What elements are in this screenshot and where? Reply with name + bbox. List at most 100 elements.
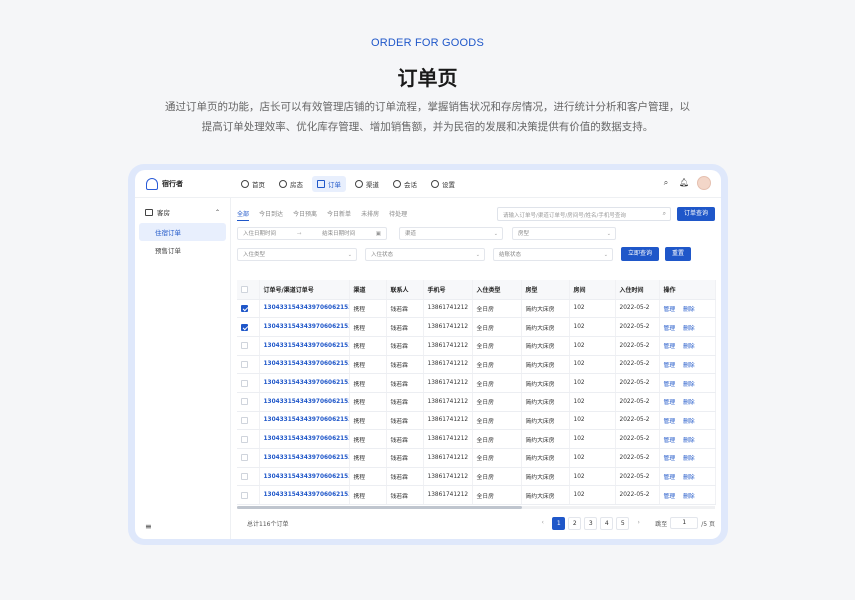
order-id-link[interactable]: 1304331543439706062153 (259, 373, 350, 393)
delete-link[interactable]: 删除 (683, 382, 695, 388)
tab-0[interactable]: 全部 (237, 207, 250, 221)
tab-2[interactable]: 今日预离 (293, 207, 317, 221)
scrollbar-thumb[interactable] (237, 506, 522, 510)
page-3[interactable]: 3 (584, 516, 598, 530)
menu-icon[interactable]: ≡ (145, 522, 152, 531)
brand[interactable]: 宿行者 (146, 177, 236, 190)
room-type-select[interactable]: 房型 ⌄ (512, 227, 616, 240)
manage-link[interactable]: 管理 (664, 419, 676, 425)
table-row[interactable]: 1304331543439706062153 携程 钱若霖 13861741212 全日… (237, 411, 716, 431)
delete-link[interactable]: 删除 (683, 419, 695, 425)
nav-item-4[interactable]: 会话 (388, 176, 422, 192)
manage-link[interactable]: 管理 (664, 344, 676, 350)
order-search-button[interactable]: 订单查询 (676, 207, 715, 221)
sidebar-group-rooms[interactable]: 客房 ⌃ (135, 201, 230, 223)
delete-link[interactable]: 删除 (683, 438, 695, 444)
search-icon[interactable]: ⌕ (661, 178, 671, 188)
table-row[interactable]: 1304331543439706062153 携程 钱若霖 13861741212 全日… (237, 373, 716, 393)
order-id-link[interactable]: 1304331543439706062153 (259, 336, 350, 356)
row-checkbox[interactable] (241, 416, 248, 424)
delete-link[interactable]: 删除 (683, 456, 695, 462)
reset-button[interactable]: 重置 (665, 247, 692, 261)
row-checkbox[interactable] (241, 379, 248, 387)
row-checkbox[interactable] (241, 435, 248, 443)
page-2[interactable]: 2 (568, 516, 582, 530)
nav-item-2[interactable]: 订单 (312, 175, 346, 192)
order-id-link[interactable]: 1304331543439706062153 (259, 355, 350, 375)
row-select-cell[interactable] (237, 411, 260, 431)
page-5[interactable]: 5 (616, 516, 630, 530)
order-id-link[interactable]: 1304331543439706062153 (259, 485, 350, 506)
row-select-cell[interactable] (237, 485, 260, 506)
checkin-status-select[interactable]: 入住状态 ⌄ (365, 247, 485, 261)
horizontal-scrollbar[interactable] (237, 506, 715, 510)
avatar[interactable] (697, 176, 711, 190)
row-select-cell[interactable] (237, 355, 260, 375)
next-page-button[interactable]: › (632, 517, 645, 530)
order-id-link[interactable]: 1304331543439706062153 (259, 392, 350, 412)
order-id-link[interactable]: 1304331543439706062153 (259, 467, 350, 487)
row-select-cell[interactable] (237, 373, 260, 393)
jump-input[interactable]: 1 (670, 517, 699, 529)
row-checkbox[interactable] (241, 304, 248, 312)
date-range-picker[interactable]: 入住日期时间 → 结束日期时间 ▣ (237, 227, 387, 240)
checkin-type-select[interactable]: 入住类型 ⌄ (237, 247, 357, 261)
manage-link[interactable]: 管理 (664, 438, 676, 444)
table-row[interactable]: 1304331543439706062153 携程 钱若霖 13861741212 全日… (237, 429, 716, 449)
row-checkbox[interactable] (241, 323, 248, 331)
row-select-cell[interactable] (237, 467, 260, 487)
row-checkbox[interactable] (241, 491, 248, 499)
tab-5[interactable]: 待处理 (389, 207, 407, 221)
channel-select[interactable]: 渠道 ⌄ (399, 227, 503, 240)
manage-link[interactable]: 管理 (664, 456, 676, 462)
row-select-cell[interactable] (237, 317, 260, 337)
manage-link[interactable]: 管理 (664, 363, 676, 369)
order-id-link[interactable]: 1304331543439706062153 (259, 317, 350, 337)
query-button[interactable]: 立即查询 (621, 247, 660, 261)
select-all-checkbox[interactable] (241, 285, 248, 293)
order-id-link[interactable]: 1304331543439706062153 (259, 448, 350, 468)
table-row[interactable]: 1304331543439706062153 携程 钱若霖 13861741212 全日… (237, 392, 716, 412)
select-all-cell[interactable] (237, 280, 260, 300)
prev-page-button[interactable]: ‹ (536, 517, 549, 530)
order-id-link[interactable]: 1304331543439706062153 (259, 411, 350, 431)
delete-link[interactable]: 删除 (683, 326, 695, 332)
tab-3[interactable]: 今日新单 (327, 207, 351, 221)
delete-link[interactable]: 删除 (683, 307, 695, 313)
manage-link[interactable]: 管理 (664, 382, 676, 388)
row-checkbox[interactable] (241, 473, 248, 481)
table-row[interactable]: 1304331543439706062153 携程 钱若霖 13861741212 全日… (237, 467, 716, 487)
row-select-cell[interactable] (237, 336, 260, 356)
nav-item-1[interactable]: 房态 (274, 176, 308, 192)
page-4[interactable]: 4 (600, 516, 614, 530)
row-select-cell[interactable] (237, 299, 260, 319)
table-row[interactable]: 1304331543439706062153 携程 钱若霖 13861741212 全日… (237, 448, 716, 468)
order-id-link[interactable]: 1304331543439706062153 (259, 429, 350, 449)
table-row[interactable]: 1304331543439706062153 携程 钱若霖 13861741212 全日… (237, 317, 716, 337)
table-row[interactable]: 1304331543439706062153 携程 钱若霖 13861741212 全日… (237, 336, 716, 356)
sidebar-item-0[interactable]: 住宿订单 (139, 223, 226, 241)
page-1[interactable]: 1 (552, 516, 566, 530)
row-select-cell[interactable] (237, 448, 260, 468)
delete-link[interactable]: 删除 (683, 494, 695, 500)
row-checkbox[interactable] (241, 398, 248, 406)
delete-link[interactable]: 删除 (683, 400, 695, 406)
table-row[interactable]: 1304331543439706062153 携程 钱若霖 13861741212 全日… (237, 299, 716, 319)
sidebar-item-1[interactable]: 预售订单 (139, 241, 226, 259)
row-checkbox[interactable] (241, 360, 248, 368)
search-input[interactable]: 请输入订单号/渠道订单号/房间号/姓名/手机号查询 ⌕ (496, 207, 671, 221)
manage-link[interactable]: 管理 (664, 326, 676, 332)
tab-4[interactable]: 未排房 (361, 207, 379, 221)
nav-item-5[interactable]: 设置 (426, 176, 460, 192)
row-select-cell[interactable] (237, 392, 260, 412)
table-row[interactable]: 1304331543439706062153 携程 钱若霖 13861741212 全日… (237, 485, 716, 506)
settle-status-select[interactable]: 结账状态 ⌄ (493, 247, 613, 261)
row-checkbox[interactable] (241, 342, 248, 350)
manage-link[interactable]: 管理 (664, 307, 676, 313)
bell-icon[interactable]: 🔔︎ (679, 178, 689, 188)
manage-link[interactable]: 管理 (664, 475, 676, 481)
delete-link[interactable]: 删除 (683, 344, 695, 350)
nav-item-3[interactable]: 渠道 (350, 176, 384, 192)
order-id-link[interactable]: 1304331543439706062153 (259, 299, 350, 319)
manage-link[interactable]: 管理 (664, 494, 676, 500)
